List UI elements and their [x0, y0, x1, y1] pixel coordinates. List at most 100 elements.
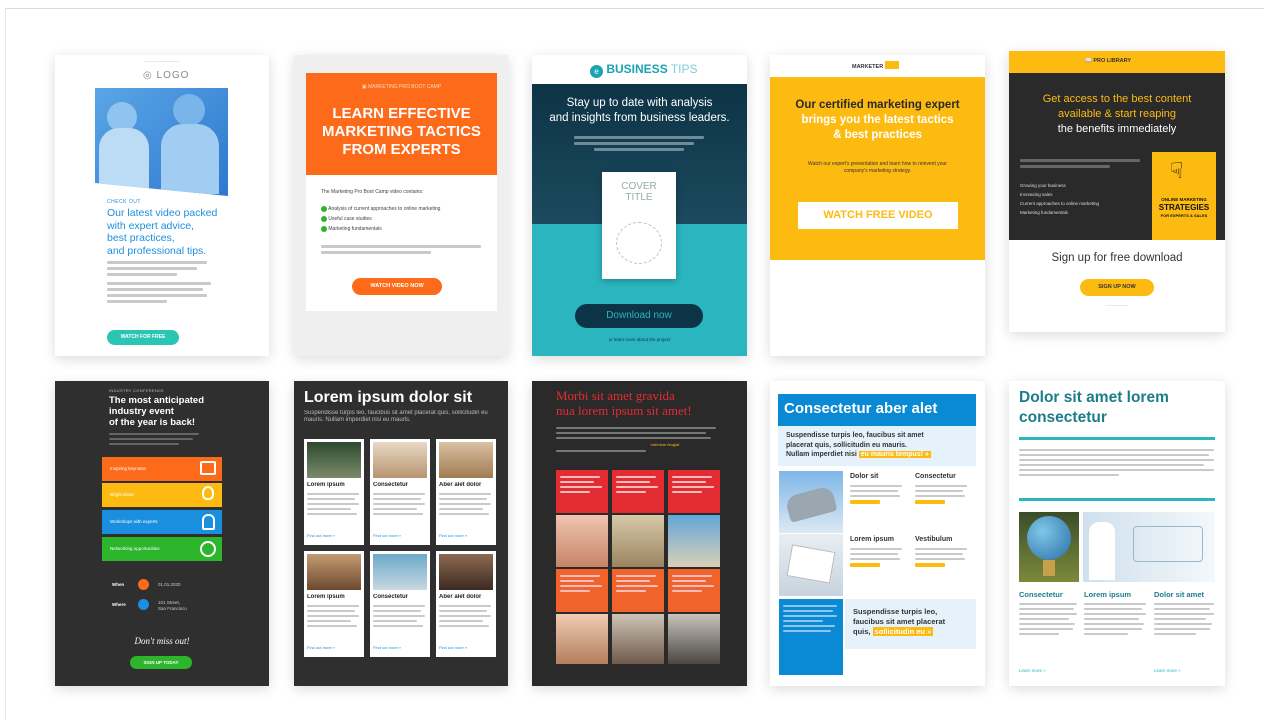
template-card-bootcamp[interactable]: ▣ MARKETING PRO BOOT CAMP LEARN EFFECTIV… [294, 55, 508, 356]
headline-line: best practices, [107, 232, 175, 244]
body-text [850, 548, 902, 570]
body-text [307, 493, 359, 518]
body-text [915, 548, 967, 570]
highlight-link[interactable]: eu mauris tempus! » [858, 451, 931, 458]
mosaic-photo [556, 614, 608, 664]
find-out-more-link[interactable]: Find out more » [373, 533, 401, 538]
yellow-hero: Our certified marketing expert brings yo… [770, 77, 985, 260]
sign-up-now-button[interactable]: SIGN UP NOW [1080, 279, 1154, 296]
article-tile[interactable]: Consectetur Find out more » [370, 439, 430, 545]
learn-more-link[interactable]: Learn more » [1019, 668, 1046, 673]
book-cover: ☟ ONLINE MARKETING STRATEGIES FOR EXPERT… [1152, 152, 1216, 240]
writing-photo [779, 534, 843, 596]
column-heading: Vestibulum [915, 536, 953, 543]
body-text [1154, 603, 1214, 638]
template-card-red-mosaic[interactable]: Morbi sit amet gravida nua lorem ipsum s… [532, 381, 747, 686]
find-out-more-link[interactable]: Find out more » [373, 645, 401, 650]
when-value: 01.01.2020 [158, 582, 181, 587]
bottom-line: Suspendisse turpis leo, [853, 607, 938, 616]
globe-photo [1019, 512, 1079, 582]
article-tile[interactable]: Consectetur Find out more » [370, 551, 430, 657]
tile-heading: Lorem ipsum [307, 594, 345, 600]
orange-header: ▣ MARKETING PRO BOOT CAMP LEARN EFFECTIV… [306, 73, 497, 175]
sign-up-today-button[interactable]: SIGN UP TODAY [130, 656, 192, 669]
ebook-cover: COVER TITLE [602, 172, 676, 279]
body-text [109, 433, 199, 448]
body-text [439, 605, 491, 630]
template-card-conference[interactable]: INDUSTRY CONFERENCE The most anticipated… [55, 381, 269, 686]
find-out-more-link[interactable]: Find out more » [439, 645, 467, 650]
template-card-business-tips[interactable]: e BUSINESS TIPS Stay up to date with ana… [532, 55, 747, 356]
headline-line: available & start reaping [1057, 108, 1176, 120]
headline-line: LEARN EFFECTIVE [332, 105, 471, 122]
bullet: Marketing fundamentals [328, 226, 382, 232]
whiteboard-photo [1083, 512, 1215, 582]
download-now-button[interactable]: Download now [575, 304, 703, 328]
book-line: STRATEGIES [1158, 203, 1210, 212]
column-heading: Dolor sit [850, 473, 879, 480]
watch-free-video-button[interactable]: WATCH FREE VIDEO [798, 202, 958, 229]
article-tile[interactable]: Aber alet dolor Find out more » [436, 439, 496, 545]
body-text [1019, 449, 1214, 479]
feature-row: Workshops with experts [102, 510, 222, 534]
article-tile[interactable]: Aber alet dolor Find out more » [436, 551, 496, 657]
learn-more-link[interactable]: or learn more about the project [532, 337, 747, 342]
where-label: Where [112, 602, 126, 607]
tile-photo [307, 554, 361, 590]
mosaic-photo [556, 515, 608, 567]
tile-photo [439, 442, 493, 478]
feature-row: Inspiring keynotes [102, 457, 222, 481]
blue-header: Consectetur aber alet [778, 394, 976, 426]
body-text [373, 493, 425, 518]
globe-icon [1027, 516, 1071, 560]
headline-line: Our certified marketing expert [795, 99, 960, 111]
learn-more-link[interactable]: Learn more » [1154, 668, 1181, 673]
headline-line: with expert advice, [107, 219, 194, 232]
tile-photo [439, 554, 493, 590]
bottom-box: Suspendisse turpis leo, faucibus sit ame… [845, 599, 976, 649]
template-card-dolor-teal[interactable]: Dolor sit amet lorem consectetur Consect… [1009, 381, 1225, 686]
bullet: Increasing sales [1020, 192, 1053, 197]
watch-for-free-button[interactable]: WATCH FOR FREE [107, 330, 179, 345]
bottom-line: faucibus sit amet placerat [853, 617, 946, 626]
body-text [915, 485, 967, 507]
template-card-pro-library[interactable]: 📖 PRO LIBRARY Get access to the best con… [1009, 51, 1225, 332]
headline-line: and insights from business leaders. [549, 112, 730, 124]
find-out-more-link[interactable]: Find out more » [439, 533, 467, 538]
template-card-video-light[interactable]: ····················· ◎ LOGO CHECK OUT O… [55, 55, 269, 356]
bottom-line: quis, [853, 627, 873, 636]
template-card-lorem-grid[interactable]: Lorem ipsum dolor sit Suspendisse turpis… [294, 381, 508, 686]
headline-line: Dolor sit amet lorem [1019, 389, 1169, 406]
article-tile[interactable]: Lorem ipsum Find out more » [304, 439, 364, 545]
body-text [321, 245, 481, 257]
bullet: Current approaches to online marketing [1020, 201, 1100, 206]
body-text [574, 136, 704, 154]
find-out-more-link[interactable]: Find out more » [307, 533, 335, 538]
body-text [1084, 603, 1146, 638]
tile-photo [373, 554, 427, 590]
watch-video-now-button[interactable]: WATCH VIDEO NOW [352, 278, 442, 295]
article-tile[interactable]: Lorem ipsum Find out more » [304, 551, 364, 657]
template-card-marketer[interactable]: MARKETER Our certified marketing expert … [770, 55, 985, 356]
book-line: FOR EXPERTS & SALES [1160, 213, 1208, 218]
mosaic-photo [612, 614, 664, 664]
brand-icon [884, 61, 899, 69]
brand-icon: e [590, 65, 603, 78]
body-text [107, 261, 217, 306]
mosaic-text-cell [668, 470, 720, 513]
column-heading: Consectetur [1019, 590, 1063, 599]
headline-line: the benefits immediately [1057, 123, 1177, 135]
find-out-more-link[interactable]: Find out more » [307, 645, 335, 650]
where-value: San Francisco [158, 606, 187, 611]
template-card-consectetur-blue[interactable]: Consectetur aber alet Suspendisse turpis… [770, 381, 985, 686]
tile-heading: Consectetur [373, 482, 409, 488]
mosaic-text-cell [556, 470, 608, 513]
logo: ◎ LOGO [143, 70, 190, 81]
headline-line: of the year is back! [109, 417, 196, 428]
highlight-link[interactable]: sollicitudin eu » [872, 627, 934, 636]
body-text [1020, 159, 1140, 171]
body-text [373, 605, 425, 630]
headline-line: Stay up to date with analysis [566, 97, 713, 109]
body-text: Watch our expert's presentation and lear… [808, 161, 947, 174]
lightbulb-icon [202, 486, 214, 500]
